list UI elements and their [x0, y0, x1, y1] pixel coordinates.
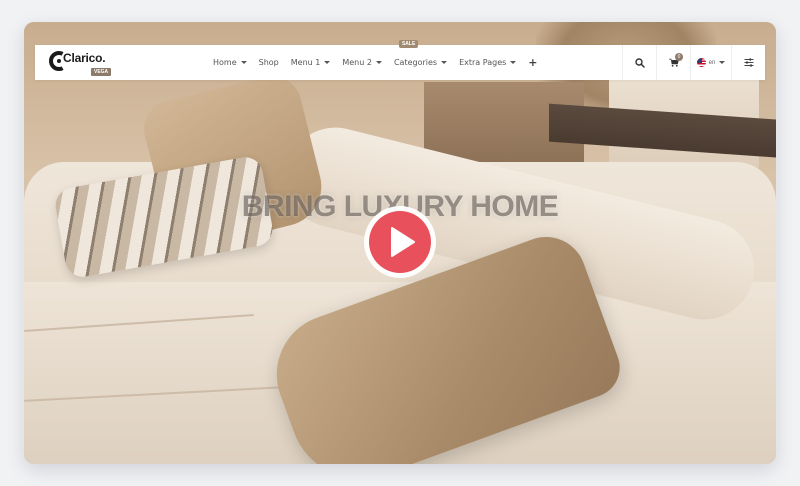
- search-icon: [634, 57, 645, 68]
- chevron-down-icon: [375, 61, 382, 64]
- language-selector[interactable]: en: [690, 45, 731, 80]
- play-video-button[interactable]: [362, 204, 438, 280]
- settings-button[interactable]: [731, 45, 765, 80]
- search-button[interactable]: [622, 45, 656, 80]
- seat-seam: [24, 313, 254, 333]
- nav-item-menu-1[interactable]: Menu 1: [291, 58, 331, 67]
- sale-badge: SALE: [398, 40, 419, 48]
- logo-dot: [57, 59, 61, 63]
- nav-item-label: Categories: [393, 58, 438, 67]
- cart-count-badge: 0: [675, 53, 683, 61]
- nav-more-button[interactable]: +: [528, 56, 537, 69]
- nav-item-label: Menu 2: [342, 58, 372, 67]
- chevron-down-icon: [719, 61, 726, 64]
- plus-icon: +: [528, 56, 538, 69]
- chevron-down-icon: [510, 61, 517, 64]
- chevron-down-icon: [441, 61, 448, 64]
- site-header: Clarico. VEGA Home Shop Menu 1 Menu 2 SA…: [35, 40, 765, 80]
- cart-button[interactable]: 0: [656, 45, 690, 80]
- nav-item-label: Menu 1: [290, 58, 321, 67]
- chevron-down-icon: [240, 61, 247, 64]
- header-tools: 0 en: [622, 45, 765, 80]
- nav-item-label: Extra Pages: [459, 58, 507, 67]
- logo-text: Clarico.: [63, 51, 106, 65]
- us-flag-icon: [696, 58, 706, 67]
- play-icon: [364, 206, 436, 278]
- nav-item-shop[interactable]: Shop: [259, 58, 279, 67]
- nav-item-label: Shop: [258, 58, 279, 67]
- nav-item-menu-2[interactable]: Menu 2: [342, 58, 382, 67]
- nav-item-extra-pages[interactable]: Extra Pages: [459, 58, 517, 67]
- sliders-icon: [744, 58, 753, 67]
- chevron-down-icon: [324, 61, 331, 64]
- logo-tag: VEGA: [91, 68, 112, 76]
- brand-logo[interactable]: Clarico. VEGA: [49, 49, 119, 77]
- nav-item-home[interactable]: Home: [213, 58, 247, 67]
- nav-item-categories[interactable]: SALE Categories: [393, 40, 448, 67]
- browser-frame: Clarico. VEGA Home Shop Menu 1 Menu 2 SA…: [24, 22, 776, 464]
- language-label: en: [708, 59, 716, 66]
- main-nav: Home Shop Menu 1 Menu 2 SALE Categories …: [213, 40, 550, 80]
- nav-item-label: Home: [213, 58, 237, 67]
